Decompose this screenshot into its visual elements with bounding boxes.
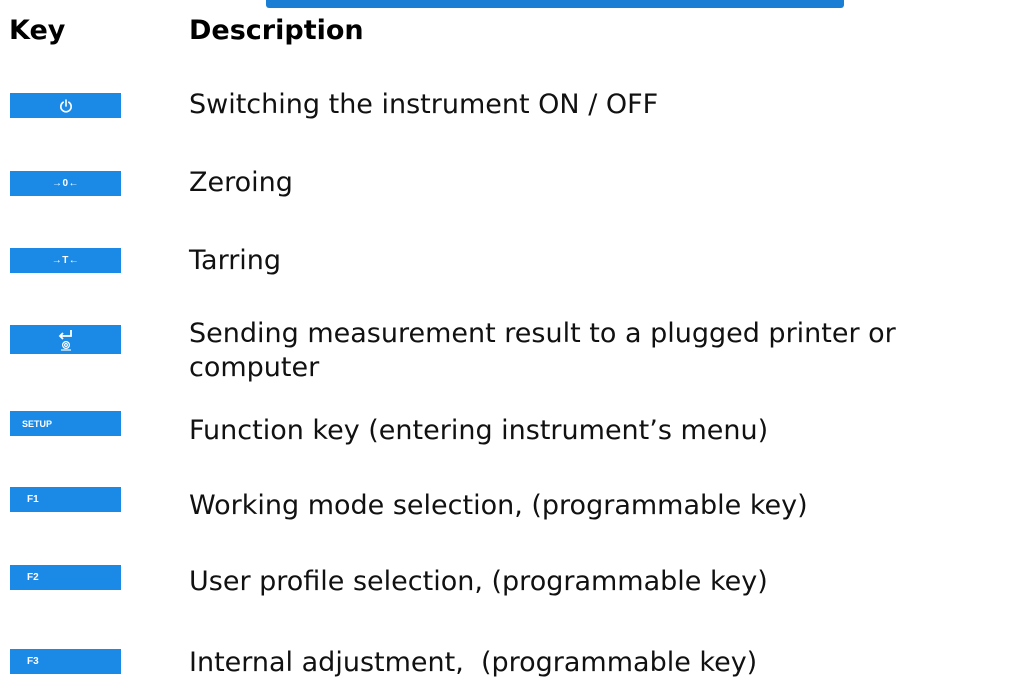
row-description: Sending measurement result to a plugged … (189, 318, 896, 383)
column-header-key: Key (9, 15, 66, 46)
setup-key-label: SETUP (22, 418, 53, 429)
f3-key[interactable]: F3 (10, 649, 121, 674)
print-enter-key[interactable] (10, 325, 121, 354)
setup-key[interactable]: SETUP (10, 411, 121, 436)
row-description: Working mode selection, (programmable ke… (189, 490, 808, 521)
power-icon (59, 98, 72, 113)
column-header-description: Description (189, 15, 364, 46)
top-accent-bar (266, 0, 844, 8)
row-description: Zeroing (189, 167, 293, 198)
row-description: Tarring (189, 245, 282, 276)
f1-key[interactable]: F1 (10, 487, 121, 512)
f2-key[interactable]: F2 (10, 565, 121, 590)
f3-key-label: F3 (27, 656, 39, 667)
zero-icon: →0← (51, 178, 80, 189)
row-description: Internal adjustment, (programmable key) (189, 647, 758, 678)
row-description: User profile selection, (programmable ke… (189, 566, 768, 597)
row-description: Function key (entering instrument’s menu… (189, 415, 769, 446)
f2-key-label: F2 (27, 572, 39, 583)
tare-key[interactable]: →T← (10, 248, 121, 273)
tare-icon: →T← (51, 255, 80, 266)
f1-key-label: F1 (27, 494, 39, 505)
row-description: Switching the instrument ON / OFF (189, 89, 659, 120)
zero-key[interactable]: →0← (10, 171, 121, 196)
print-enter-icon (58, 329, 72, 351)
power-key[interactable] (10, 93, 121, 118)
